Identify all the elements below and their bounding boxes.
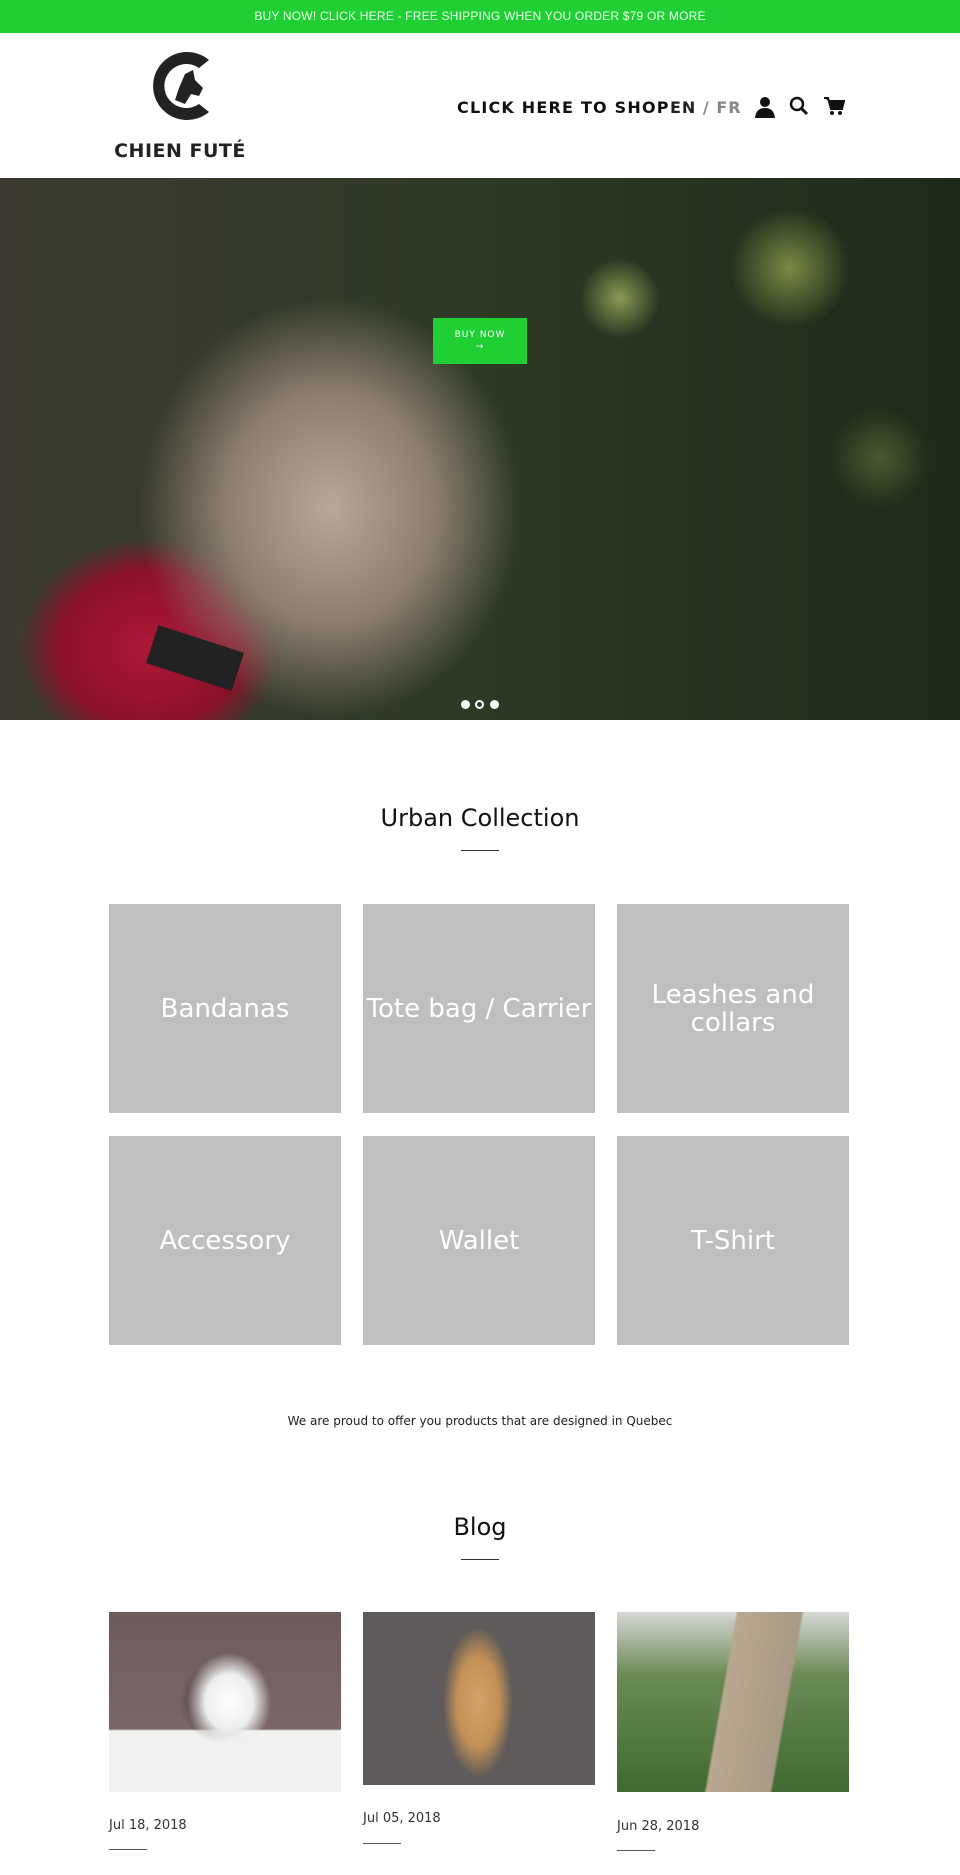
- logo[interactable]: CHIEN FUTÉ: [110, 48, 250, 162]
- bandana-label-image: [146, 625, 244, 691]
- lang-fr[interactable]: FR: [716, 98, 741, 117]
- collection-tile-leashes[interactable]: Leashes and collars: [617, 904, 849, 1113]
- collection-tile-wallet[interactable]: Wallet: [363, 1136, 595, 1345]
- blog-image-1[interactable]: [109, 1612, 341, 1792]
- slide-dot-3[interactable]: [490, 700, 499, 709]
- announcement-bar[interactable]: BUY NOW! CLICK HERE - FREE SHIPPING WHEN…: [0, 0, 960, 33]
- divider: [461, 1559, 499, 1560]
- logo-mark-icon: [153, 52, 209, 120]
- divider: [363, 1843, 401, 1844]
- blog-image-2[interactable]: [363, 1612, 595, 1785]
- proud-text: We are proud to offer you products that …: [287, 1414, 673, 1428]
- hero-slideshow[interactable]: [0, 178, 960, 720]
- nav-shop-link[interactable]: CLICK HERE TO SHOP: [457, 98, 670, 117]
- blog-title: Blog: [453, 1513, 507, 1541]
- collection-tile-tote-bag[interactable]: Tote bag / Carrier: [363, 904, 595, 1113]
- blog-image-3[interactable]: [617, 1612, 849, 1792]
- lang-separator: /: [702, 98, 710, 117]
- divider: [109, 1849, 147, 1850]
- collection-title: Urban Collection: [380, 804, 580, 832]
- divider: [617, 1850, 655, 1851]
- slide-dot-2[interactable]: [475, 700, 484, 709]
- search-icon[interactable]: [789, 96, 809, 116]
- cart-icon[interactable]: [823, 96, 845, 116]
- language-switcher: EN / FR: [670, 98, 742, 117]
- lang-en[interactable]: EN: [670, 98, 696, 117]
- buy-now-button[interactable]: BUY NOW →: [433, 318, 527, 364]
- collection-tile-tshirt[interactable]: T-Shirt: [617, 1136, 849, 1345]
- collection-tile-bandanas[interactable]: Bandanas: [109, 904, 341, 1113]
- blog-date-2: Jul 05, 2018: [363, 1811, 441, 1826]
- collection-tile-accessory[interactable]: Accessory: [109, 1136, 341, 1345]
- divider: [461, 850, 499, 851]
- arrow-right-icon: →: [475, 342, 485, 352]
- buy-now-label: BUY NOW: [454, 330, 506, 340]
- blog-date-1: Jul 18, 2018: [109, 1818, 187, 1833]
- account-icon[interactable]: [754, 96, 776, 118]
- blog-date-3: Jun 28, 2018: [617, 1819, 700, 1834]
- brand-name: CHIEN FUTÉ: [114, 140, 246, 162]
- slide-dot-1[interactable]: [461, 700, 470, 709]
